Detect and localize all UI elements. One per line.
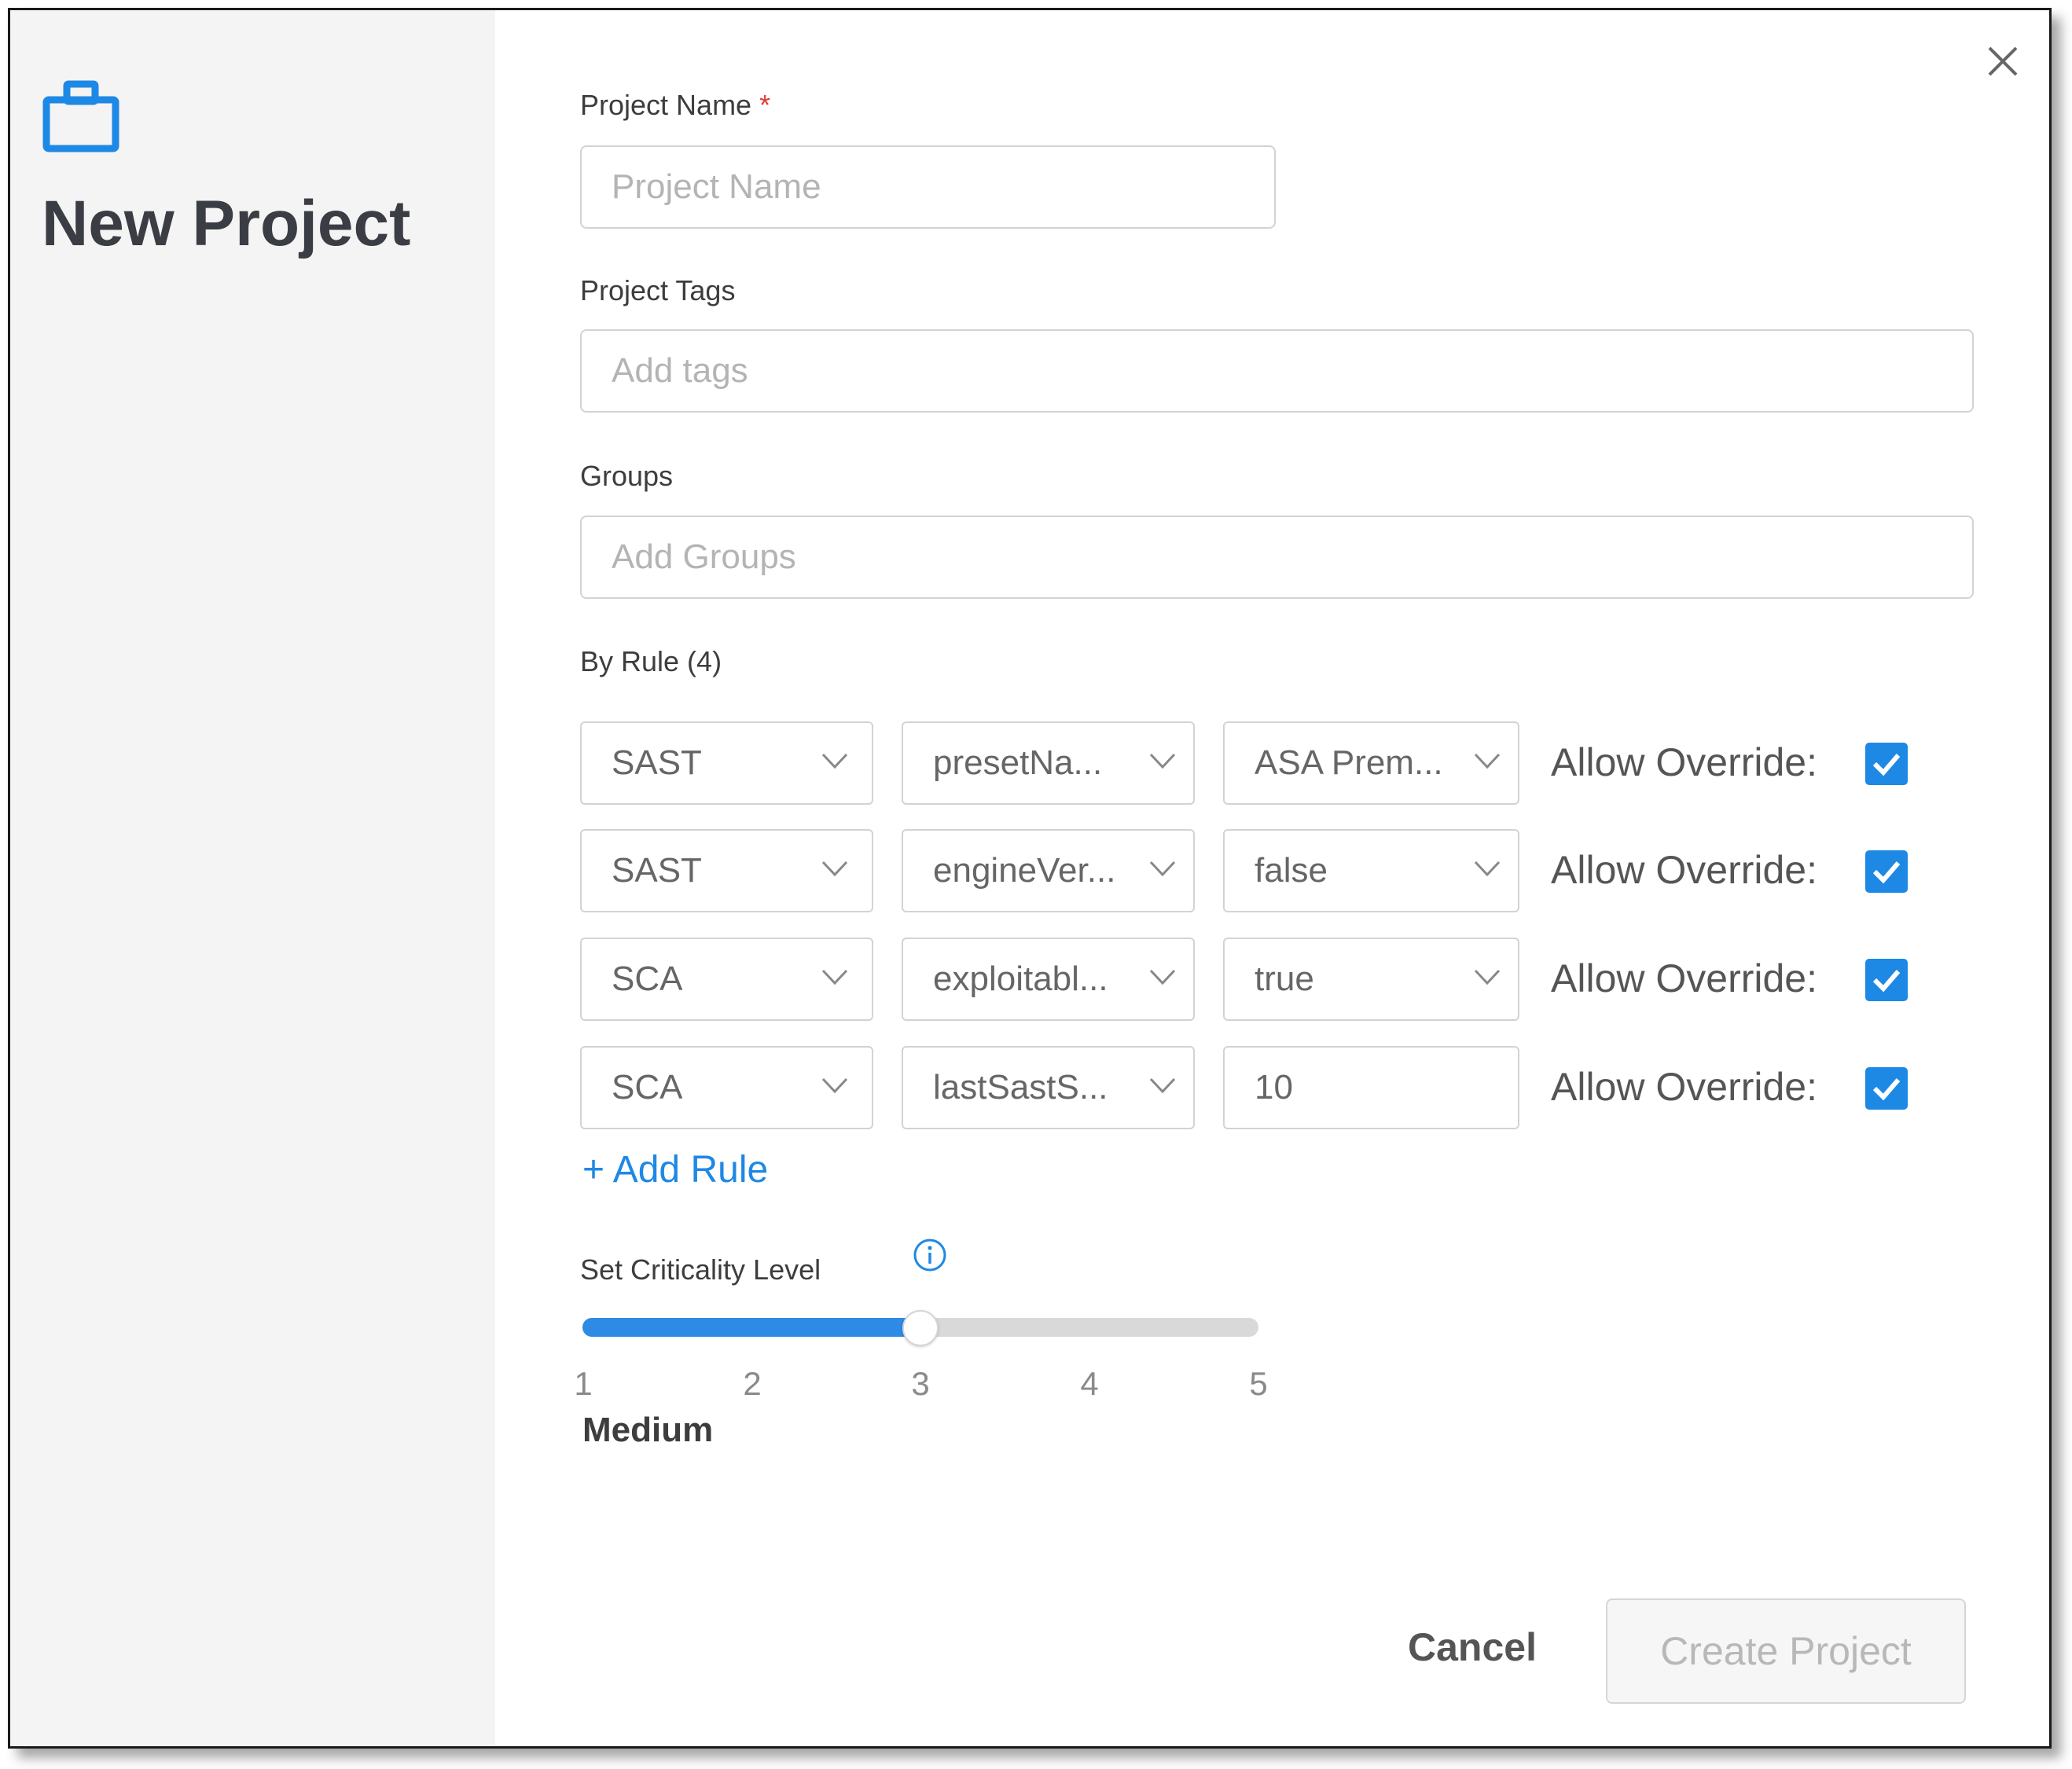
criticality-slider-handle[interactable] xyxy=(902,1310,939,1346)
slider-tick-label: 5 xyxy=(1249,1365,1268,1402)
checkmark-icon xyxy=(1872,861,1901,884)
rules-label: By Rule (4) xyxy=(580,645,722,677)
chevron-down-icon xyxy=(821,861,848,876)
allow-override-checkbox[interactable] xyxy=(1865,850,1908,893)
dialog-sidebar: New Project xyxy=(10,10,495,1746)
chevron-down-icon xyxy=(1474,861,1501,876)
rule-value-input[interactable]: 10 xyxy=(1223,1046,1519,1129)
chevron-down-icon xyxy=(821,969,848,985)
rule-engine-select[interactable]: SAST xyxy=(580,829,873,912)
checkmark-icon xyxy=(1872,970,1901,993)
dialog-title: New Project xyxy=(42,188,411,259)
rule-key-value: engineVer... xyxy=(933,851,1116,890)
checkmark-icon xyxy=(1872,754,1901,776)
allow-override-label: Allow Override: xyxy=(1551,740,1817,784)
chevron-down-icon xyxy=(1474,753,1501,769)
rule-engine-value: SCA xyxy=(612,960,683,998)
rule-value-select[interactable]: false xyxy=(1223,829,1519,912)
rule-engine-value: SAST xyxy=(612,743,702,782)
checkmark-icon xyxy=(1872,1078,1901,1101)
groups-input[interactable] xyxy=(580,516,1974,599)
info-icon[interactable] xyxy=(913,1238,947,1272)
rule-engine-value: SCA xyxy=(612,1068,683,1107)
cancel-button[interactable]: Cancel xyxy=(1394,1624,1551,1670)
slider-tick-label: 2 xyxy=(743,1365,762,1402)
criticality-label: Set Criticality Level xyxy=(580,1253,821,1286)
rule-key-select[interactable]: exploitabl... xyxy=(902,938,1195,1021)
groups-label: Groups xyxy=(580,460,674,492)
project-name-label: Project Name * xyxy=(580,89,771,121)
chevron-down-icon xyxy=(1149,969,1176,985)
chevron-down-icon xyxy=(821,753,848,769)
add-rule-link[interactable]: + Add Rule xyxy=(582,1148,768,1191)
rule-value-value: 10 xyxy=(1255,1068,1293,1107)
criticality-slider-fill xyxy=(582,1318,920,1337)
rule-key-value: exploitabl... xyxy=(933,960,1108,998)
slider-tick-label: 1 xyxy=(574,1365,593,1402)
chevron-down-icon xyxy=(821,1077,848,1093)
slider-tick-label: 4 xyxy=(1080,1365,1099,1402)
rule-engine-value: SAST xyxy=(612,851,702,890)
allow-override-label: Allow Override: xyxy=(1551,848,1817,892)
rule-value-select[interactable]: true xyxy=(1223,938,1519,1021)
project-tags-input[interactable] xyxy=(580,329,1974,413)
allow-override-checkbox[interactable] xyxy=(1865,959,1908,1001)
rule-engine-select[interactable]: SCA xyxy=(580,938,873,1021)
slider-tick-label: 3 xyxy=(911,1365,930,1402)
chevron-down-icon xyxy=(1474,969,1501,985)
rule-value-value: true xyxy=(1255,960,1314,998)
briefcase-icon xyxy=(42,80,119,152)
chevron-down-icon xyxy=(1149,1077,1176,1093)
criticality-value-label: Medium xyxy=(582,1411,714,1449)
allow-override-label: Allow Override: xyxy=(1551,956,1817,1000)
chevron-down-icon xyxy=(1149,861,1176,876)
project-name-input[interactable] xyxy=(580,145,1276,229)
create-project-button[interactable]: Create Project xyxy=(1606,1598,1966,1704)
rule-value-value: false xyxy=(1255,851,1328,890)
close-icon[interactable] xyxy=(1983,42,2022,81)
rule-key-select[interactable]: presetNa... xyxy=(902,721,1195,805)
allow-override-checkbox[interactable] xyxy=(1865,743,1908,785)
project-tags-label: Project Tags xyxy=(580,274,736,306)
rule-key-select[interactable]: lastSastS... xyxy=(902,1046,1195,1129)
rule-key-select[interactable]: engineVer... xyxy=(902,829,1195,912)
required-marker: * xyxy=(759,89,771,121)
rule-key-value: lastSastS... xyxy=(933,1068,1108,1107)
rule-engine-select[interactable]: SCA xyxy=(580,1046,873,1129)
new-project-dialog: New Project Project Name* Project Tags G… xyxy=(8,8,2052,1749)
rule-value-select[interactable]: ASA Prem... xyxy=(1223,721,1519,805)
allow-override-label: Allow Override: xyxy=(1551,1065,1817,1109)
rule-engine-select[interactable]: SAST xyxy=(580,721,873,805)
chevron-down-icon xyxy=(1149,753,1176,769)
allow-override-checkbox[interactable] xyxy=(1865,1067,1908,1110)
rule-key-value: presetNa... xyxy=(933,743,1103,782)
rule-value-value: ASA Prem... xyxy=(1255,743,1443,782)
